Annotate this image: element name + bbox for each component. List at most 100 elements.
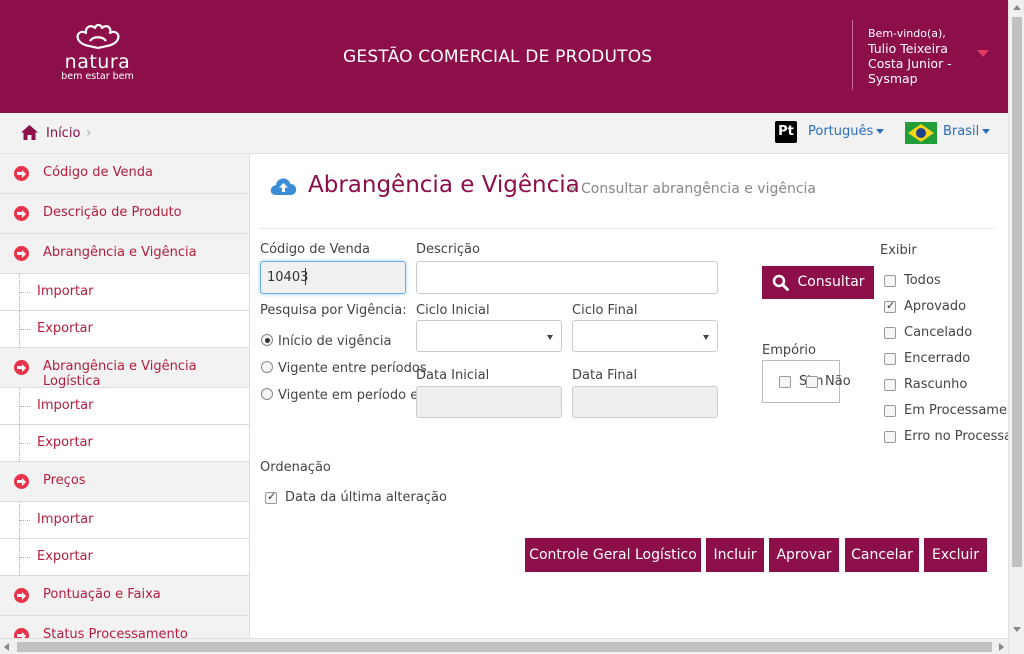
exibir-aprovado-checkbox[interactable] xyxy=(884,299,896,313)
sidebar-item-abrangencia-e-vigencia-logistica[interactable]: Abrangência e Vigência Logística xyxy=(0,348,249,389)
emporio-options: Sim Não xyxy=(762,360,851,403)
sidebar-subitem-exportar[interactable]: Exportar xyxy=(0,311,249,348)
chevron-down-icon xyxy=(547,335,553,340)
sidebar-subitem-exportar[interactable]: Exportar xyxy=(0,425,249,462)
horizontal-scroll-thumb[interactable] xyxy=(17,642,992,652)
exibir-rascunho-checkbox[interactable] xyxy=(884,379,896,391)
horizontal-scrollbar[interactable] xyxy=(0,638,1008,654)
sidebar-item-label: Exportar xyxy=(37,549,93,564)
sidebar-subitem-importar[interactable]: Importar xyxy=(0,388,249,425)
radio-vigente-entre-periodos[interactable] xyxy=(261,361,273,373)
exibir-erro-processamento-checkbox[interactable] xyxy=(884,431,896,443)
ordenacao-data-checkbox[interactable] xyxy=(265,490,277,504)
emporio-sim-checkbox[interactable] xyxy=(779,376,791,388)
consultar-button[interactable]: Consultar xyxy=(762,266,874,299)
sidebar-item-label: Abrangência e Vigência Logística xyxy=(43,359,197,389)
country-caret-icon xyxy=(982,129,991,134)
sidebar-item-label: Código de Venda xyxy=(43,165,153,180)
sidebar-item-status-processamento[interactable]: Status Processamento xyxy=(0,616,249,638)
ordenacao-label: Ordenação xyxy=(260,460,331,475)
sidebar-subitem-exportar[interactable]: Exportar xyxy=(0,539,249,576)
natura-logo[interactable]: natura bem estar bem xyxy=(55,22,140,94)
user-name-line-3: Sysmap xyxy=(868,71,918,86)
user-welcome: Bem-vindo(a), xyxy=(868,27,946,40)
arrow-right-circle-icon xyxy=(14,246,29,261)
emporio-nao-label: Não xyxy=(825,374,851,389)
chevron-down-icon xyxy=(703,335,709,340)
cloud-upload-icon xyxy=(270,178,297,195)
arrow-right-circle-icon xyxy=(14,206,29,221)
exibir-rascunho-label: Rascunho xyxy=(904,377,968,392)
exibir-erro-processamento-label: Erro no Processa xyxy=(904,429,1008,444)
title-divider xyxy=(260,228,996,229)
search-icon xyxy=(772,274,789,291)
app-header: natura bem estar bem GESTÃO COMERCIAL DE… xyxy=(0,0,1008,113)
data-final-input xyxy=(572,386,718,418)
sidebar-item-abrangencia-e-vigencia[interactable]: Abrangência e Vigência xyxy=(0,234,249,274)
excluir-button[interactable]: Excluir xyxy=(924,538,987,572)
sidebar-item-label: Importar xyxy=(37,398,94,413)
user-menu[interactable]: Bem-vindo(a), Tulio Teixeira Costa Junio… xyxy=(868,27,968,86)
exibir-cancelado-checkbox[interactable] xyxy=(884,327,896,339)
home-icon[interactable] xyxy=(21,125,38,140)
sidebar-item-precos[interactable]: Preços xyxy=(0,462,249,502)
ciclo-inicial-select[interactable] xyxy=(416,320,562,352)
header-divider xyxy=(852,20,853,90)
country-dropdown[interactable]: Brasil xyxy=(943,124,991,139)
natura-flower-icon xyxy=(76,23,119,50)
data-inicial-input xyxy=(416,386,562,418)
sidebar-item-label: Importar xyxy=(37,284,94,299)
user-menu-caret-icon[interactable] xyxy=(977,50,989,57)
breadcrumb-home-link[interactable]: Início xyxy=(46,126,80,141)
pesquisa-vigencia-label: Pesquisa por Vigência: xyxy=(260,303,407,318)
data-inicial-label: Data Inicial xyxy=(416,368,490,383)
radio-vigente-em-periodo[interactable] xyxy=(261,388,273,400)
descricao-input[interactable] xyxy=(416,261,718,294)
ciclo-final-select[interactable] xyxy=(572,320,718,352)
exibir-todos-checkbox[interactable] xyxy=(884,275,896,287)
cancelar-button[interactable]: Cancelar xyxy=(845,538,919,572)
sidebar-item-codigo-de-venda[interactable]: Código de Venda xyxy=(0,154,249,194)
exibir-todos-label: Todos xyxy=(904,273,941,288)
controle-geral-logistico-button[interactable]: Controle Geral Logístico xyxy=(525,538,701,572)
text-caret xyxy=(305,268,306,285)
sidebar-item-pontuacao-e-faixa[interactable]: Pontuação e Faixa xyxy=(0,576,249,616)
arrow-right-circle-icon xyxy=(14,474,29,489)
radio-inicio-de-vigencia[interactable] xyxy=(261,334,273,346)
page-title: Abrangência e Vigência xyxy=(308,172,580,198)
sidebar-subitem-importar[interactable]: Importar xyxy=(0,502,249,539)
exibir-label: Exibir xyxy=(880,243,917,258)
arrow-right-circle-icon xyxy=(14,166,29,181)
emporio-nao-checkbox[interactable] xyxy=(806,376,818,388)
vertical-scroll-thumb[interactable] xyxy=(1012,17,1022,567)
exibir-encerrado-checkbox[interactable] xyxy=(884,353,896,365)
scroll-up-icon[interactable] xyxy=(1013,5,1021,10)
language-badge-icon: Pt xyxy=(775,121,797,143)
sidebar-subitem-importar[interactable]: Importar xyxy=(0,274,249,311)
sidebar-item-label: Descrição de Produto xyxy=(43,205,182,220)
exibir-aprovado-label: Aprovado xyxy=(904,299,967,314)
exibir-em-processamento-checkbox[interactable] xyxy=(884,405,896,417)
ciclo-inicial-label: Ciclo Inicial xyxy=(416,303,490,318)
breadcrumb-separator: › xyxy=(86,125,92,141)
arrow-right-circle-icon xyxy=(14,588,29,603)
sidebar-item-label: Pontuação e Faixa xyxy=(43,587,161,602)
sidebar-item-label: Importar xyxy=(37,512,94,527)
scroll-left-icon[interactable] xyxy=(4,643,9,651)
page-subtitle: » Consultar abrangência e vigência xyxy=(568,181,817,197)
aprovar-button[interactable]: Aprovar xyxy=(769,538,839,572)
language-dropdown[interactable]: Português xyxy=(808,124,885,139)
scroll-right-icon[interactable] xyxy=(999,643,1004,651)
radio-vigente-entre-periodos-label: Vigente entre períodos xyxy=(278,361,427,376)
user-name-line-1: Tulio Teixeira xyxy=(868,41,948,56)
incluir-button[interactable]: Incluir xyxy=(706,538,764,572)
arrow-right-circle-icon xyxy=(14,360,29,375)
arrow-right-circle-icon xyxy=(14,628,29,638)
exibir-cancelado-label: Cancelado xyxy=(904,325,973,340)
scroll-down-icon[interactable] xyxy=(1013,627,1021,632)
codigo-de-venda-input[interactable]: 10403 xyxy=(260,261,406,294)
sidebar-item-label: Exportar xyxy=(37,321,93,336)
vertical-scrollbar[interactable] xyxy=(1008,0,1024,654)
sidebar-item-descricao-de-produto[interactable]: Descrição de Produto xyxy=(0,194,249,234)
sidebar-item-label: Exportar xyxy=(37,435,93,450)
